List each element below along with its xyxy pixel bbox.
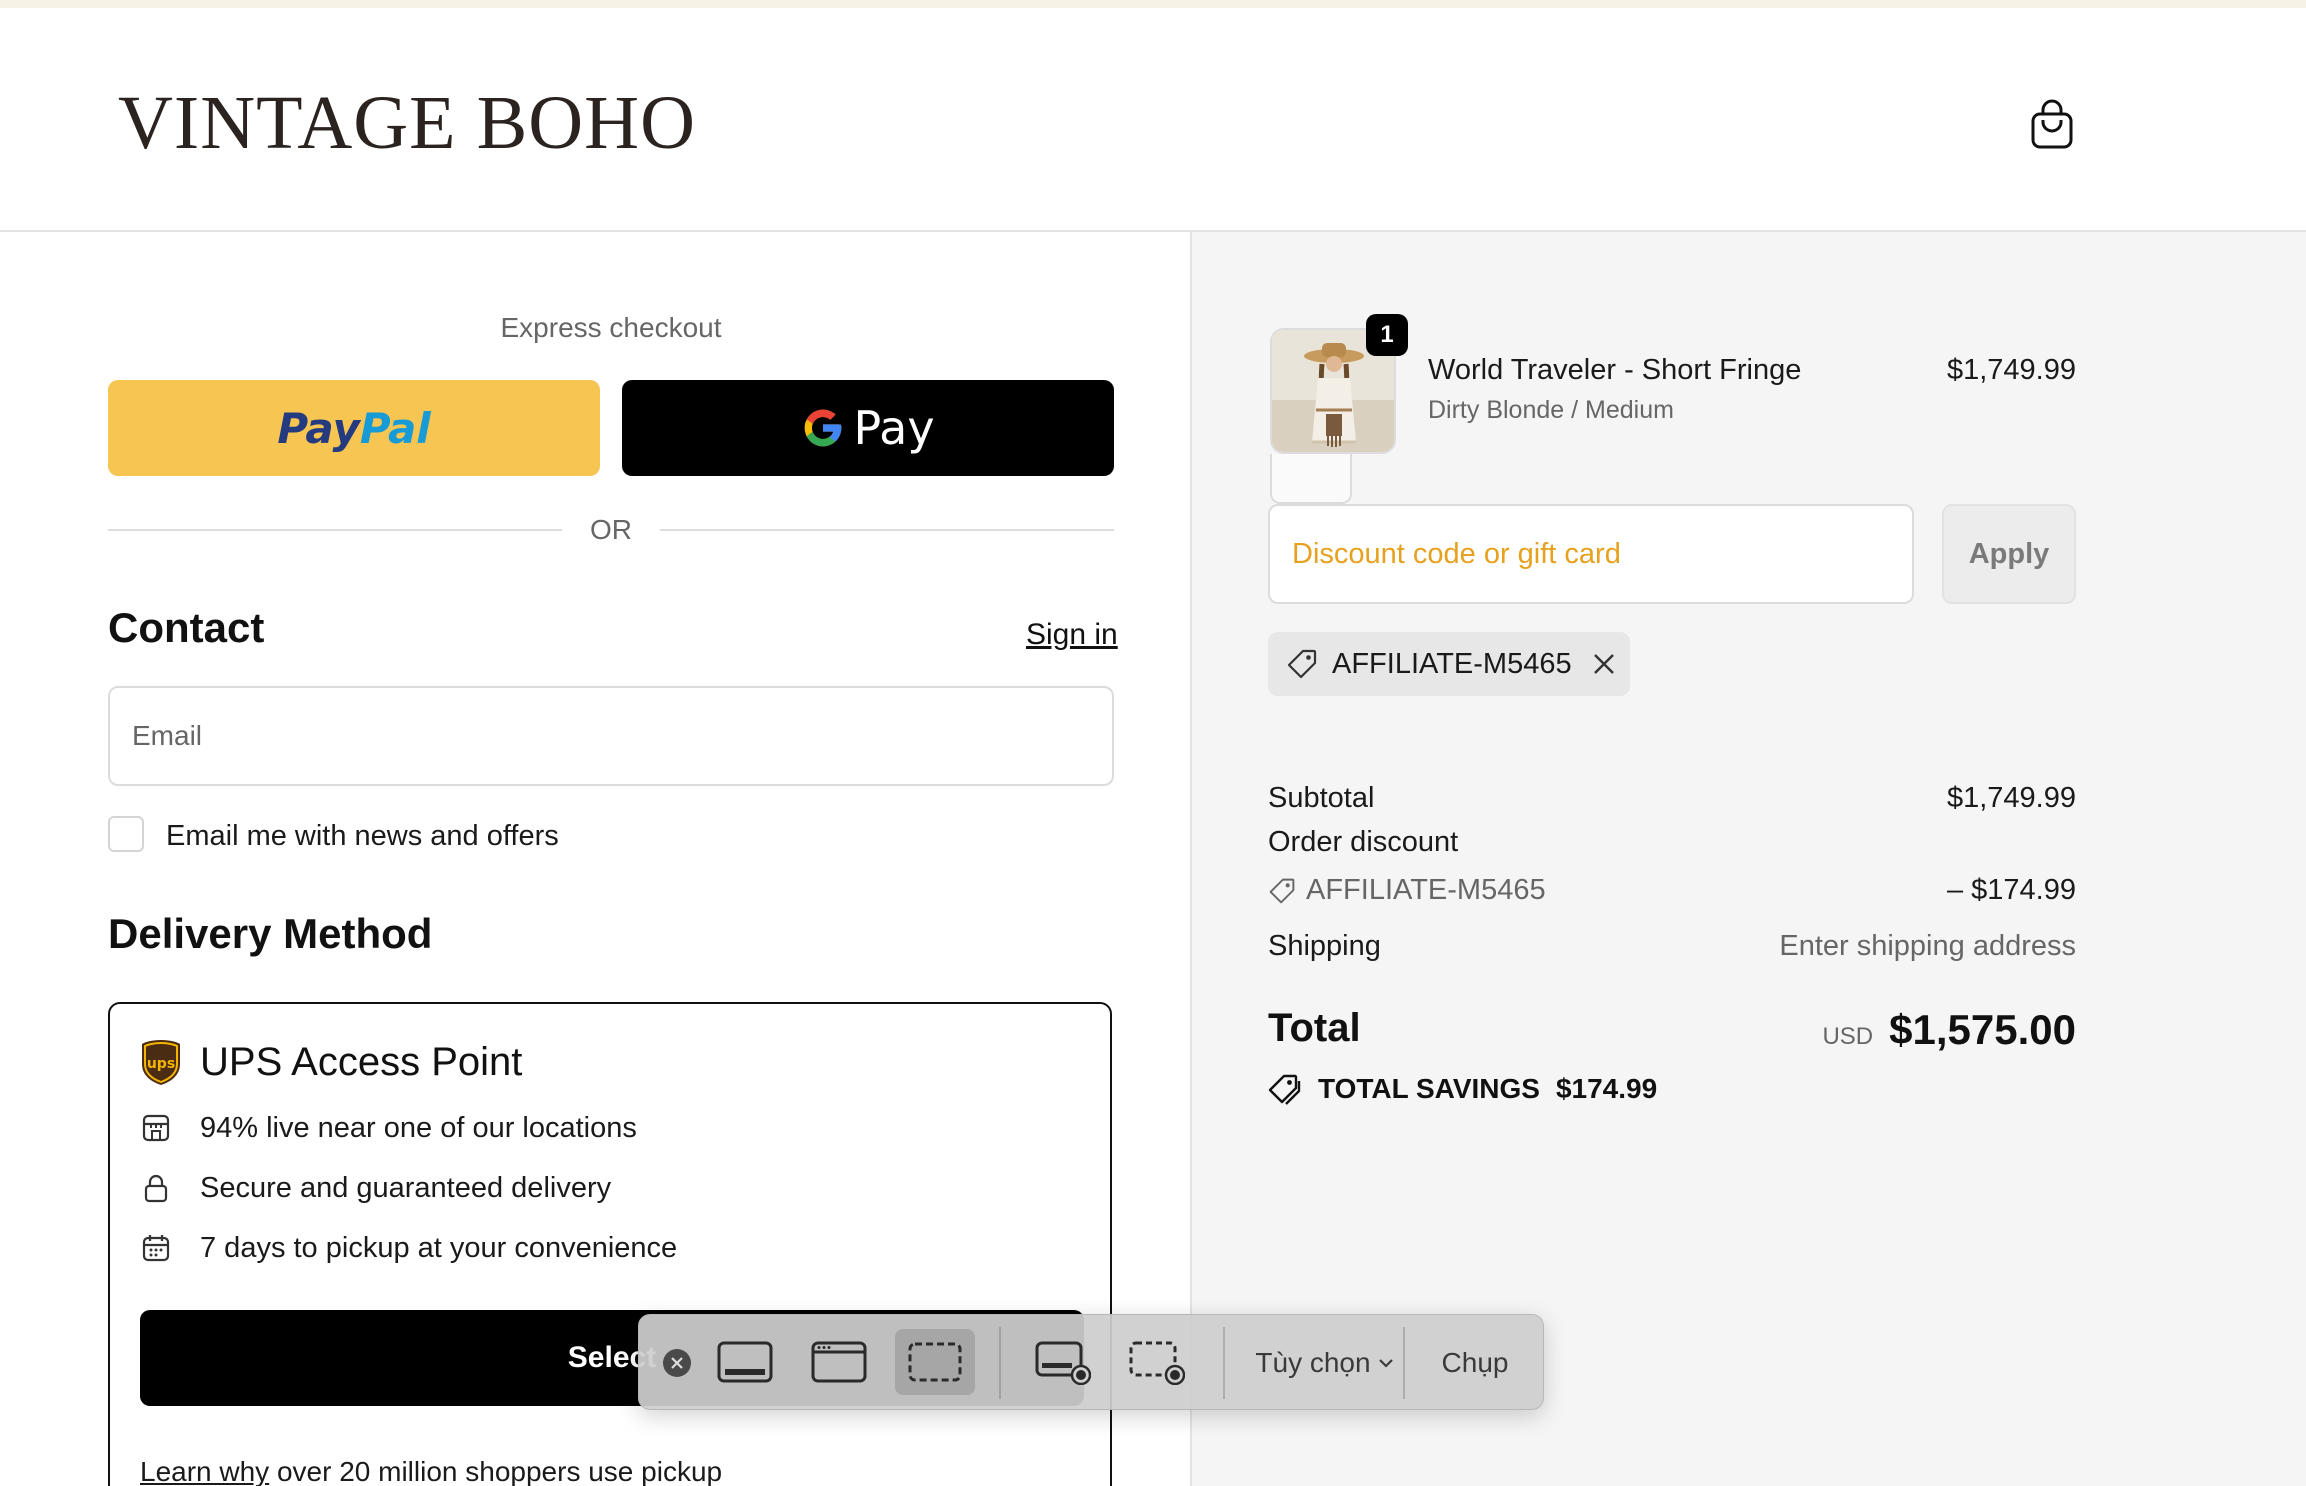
tags-icon	[1268, 1074, 1301, 1105]
toolbar-separator	[1223, 1327, 1225, 1399]
ups-access-point-option[interactable]: ups UPS Access Point 94% live near one o…	[108, 1002, 1112, 1486]
learn-why-link[interactable]: Learn why	[140, 1456, 269, 1486]
google-pay-text: Pay	[853, 401, 935, 455]
order-discount-value: – $174.99	[1946, 874, 2076, 906]
capture-selection-button[interactable]	[895, 1329, 975, 1395]
shipping-value: Enter shipping address	[1779, 930, 2076, 962]
order-discount-code-row: AFFILIATE-M5465	[1268, 874, 1546, 907]
options-dropdown[interactable]: Tùy chọn	[1249, 1315, 1401, 1411]
record-selection-icon	[1129, 1341, 1185, 1385]
full-screen-icon	[717, 1341, 773, 1383]
total-value-group: USD $1,575.00	[1822, 1006, 2076, 1054]
screenshot-toolbar: Tùy chọn Chụp	[638, 1314, 1544, 1410]
learn-why-row: Learn why over 20 million shoppers use p…	[140, 1456, 722, 1486]
feature-secure: Secure and guaranteed delivery	[140, 1168, 611, 1208]
product-variant: Dirty Blonde / Medium	[1428, 396, 1674, 424]
google-pay-button[interactable]: Pay	[622, 380, 1114, 476]
total-savings-row: TOTAL SAVINGS $174.99	[1268, 1072, 1657, 1106]
learn-why-text: over 20 million shoppers use pickup	[276, 1456, 723, 1486]
product-thumbnail-stack	[1270, 454, 1352, 504]
chevron-down-icon	[1378, 1359, 1393, 1368]
feature-locations: 94% live near one of our locations	[140, 1108, 637, 1148]
delivery-method-heading: Delivery Method	[108, 910, 433, 957]
shipping-label: Shipping	[1268, 930, 1381, 962]
savings-label: TOTAL SAVINGS	[1318, 1073, 1540, 1104]
remove-code-close-icon[interactable]	[1590, 650, 1618, 678]
total-amount: $1,575.00	[1889, 1006, 2076, 1053]
capture-button[interactable]: Chụp	[1405, 1315, 1545, 1411]
or-divider: OR	[108, 510, 1114, 550]
shopping-bag-icon[interactable]	[2030, 98, 2074, 150]
close-icon[interactable]	[663, 1349, 691, 1377]
options-label: Tùy chọn	[1255, 1347, 1371, 1378]
record-screen-icon	[1035, 1341, 1091, 1385]
tag-icon	[1287, 649, 1317, 679]
apply-discount-button[interactable]: Apply	[1942, 504, 2076, 604]
lock-icon	[144, 1174, 168, 1203]
subtotal-label: Subtotal	[1268, 782, 1375, 814]
tag-icon	[1269, 878, 1295, 903]
capture-screen-button[interactable]	[705, 1329, 785, 1395]
toolbar-separator	[999, 1327, 1001, 1399]
or-line-right	[660, 529, 1114, 531]
email-input[interactable]	[108, 686, 1114, 786]
sign-in-link[interactable]: Sign in	[1026, 618, 1118, 652]
store-logo[interactable]: VINTAGE BOHO	[118, 80, 696, 167]
currency-code: USD	[1822, 1023, 1874, 1050]
newsletter-checkbox[interactable]	[108, 816, 144, 852]
feature-text: 94% live near one of our locations	[200, 1111, 637, 1144]
newsletter-label: Email me with news and offers	[166, 820, 559, 852]
site-header: VINTAGE BOHO	[0, 8, 2306, 232]
record-selection-button[interactable]	[1117, 1329, 1197, 1395]
express-checkout-label: Express checkout	[500, 312, 722, 343]
svg-text:ups: ups	[147, 1056, 175, 1072]
ups-logo-icon: ups	[142, 1040, 180, 1085]
paypal-text-part2: Pal	[359, 403, 431, 453]
contact-heading: Contact	[108, 604, 265, 651]
store-icon	[142, 1114, 170, 1142]
applied-code-chip: AFFILIATE-M5465	[1268, 632, 1630, 696]
total-label: Total	[1268, 1006, 1361, 1050]
feature-text: Secure and guaranteed delivery	[200, 1171, 612, 1204]
capture-window-button[interactable]	[799, 1329, 879, 1395]
discount-code-input[interactable]	[1268, 504, 1914, 604]
subtotal-value: $1,749.99	[1946, 782, 2076, 814]
ups-option-title: UPS Access Point	[200, 1040, 523, 1084]
order-discount-code: AFFILIATE-M5465	[1306, 874, 1546, 906]
product-price: $1,749.99	[1946, 354, 2076, 386]
product-name: World Traveler - Short Fringe	[1428, 354, 1802, 386]
paypal-text-part1: Pay	[277, 403, 360, 453]
feature-text: 7 days to pickup at your convenience	[200, 1231, 678, 1264]
paypal-button[interactable]: Pay Pal	[108, 380, 600, 476]
top-accent-line	[0, 0, 2306, 8]
order-discount-label: Order discount	[1268, 826, 1459, 858]
savings-amount: $174.99	[1555, 1073, 1658, 1104]
applied-code-text: AFFILIATE-M5465	[1332, 647, 1572, 680]
record-screen-button[interactable]	[1023, 1329, 1103, 1395]
feature-pickup-days: 7 days to pickup at your convenience	[140, 1228, 677, 1268]
google-g-icon	[805, 409, 842, 447]
calendar-icon	[142, 1235, 170, 1262]
quantity-badge: 1	[1366, 314, 1408, 356]
window-icon	[811, 1341, 867, 1383]
selection-icon	[908, 1342, 962, 1382]
